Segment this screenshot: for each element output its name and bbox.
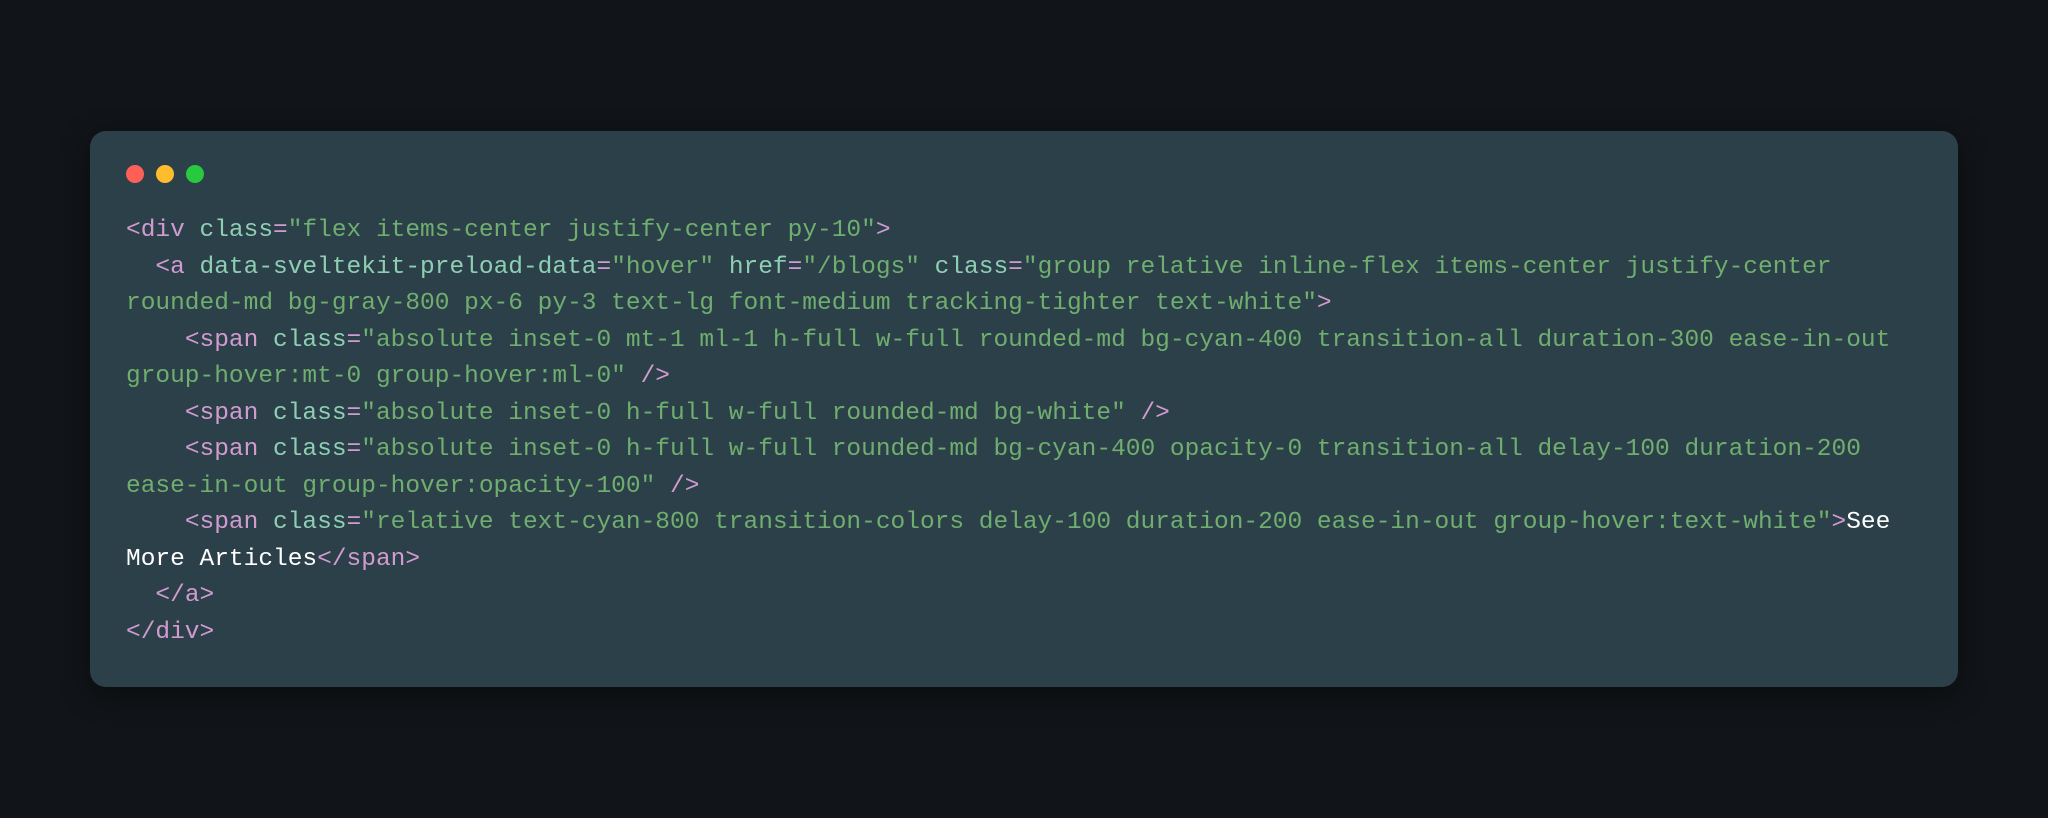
code-token: href [729, 254, 788, 281]
code-block: <div class="flex items-center justify-ce… [126, 213, 1922, 651]
code-token: a [185, 582, 200, 609]
code-token [258, 509, 273, 536]
code-token: = [347, 436, 362, 463]
zoom-icon [186, 165, 204, 183]
code-token: span [200, 509, 259, 536]
code-token: class [273, 436, 347, 463]
code-token: span [347, 546, 406, 573]
code-window: <div class="flex items-center justify-ce… [90, 131, 1958, 687]
code-token: span [200, 436, 259, 463]
code-token: class [273, 400, 347, 427]
code-token [258, 436, 273, 463]
code-token: "relative text-cyan-800 transition-color… [361, 509, 1831, 536]
code-token: div [141, 217, 185, 244]
code-token: </ [126, 619, 155, 646]
code-token: "/blogs" [802, 254, 920, 281]
code-token: > [405, 546, 420, 573]
code-token [258, 327, 273, 354]
code-token: </ [126, 582, 185, 609]
code-token: > [200, 619, 215, 646]
code-token: /> [626, 363, 670, 390]
code-token: > [1317, 290, 1332, 317]
code-token: class [273, 327, 347, 354]
code-token: < [126, 217, 141, 244]
code-token: > [200, 582, 215, 609]
code-token: /> [655, 473, 699, 500]
code-token [258, 400, 273, 427]
code-token: /> [1126, 400, 1170, 427]
code-token [920, 254, 935, 281]
code-token: = [347, 509, 362, 536]
code-token [185, 254, 200, 281]
code-token: class [200, 217, 274, 244]
code-token: < [126, 509, 200, 536]
traffic-lights [126, 165, 1922, 183]
code-token: "flex items-center justify-center py-10" [288, 217, 876, 244]
code-token: span [200, 400, 259, 427]
code-token: = [273, 217, 288, 244]
code-token: </ [317, 546, 346, 573]
code-token: data-sveltekit-preload-data [200, 254, 597, 281]
code-token: a [170, 254, 185, 281]
code-token: "hover" [611, 254, 714, 281]
code-token: > [876, 217, 891, 244]
code-token: "absolute inset-0 h-full w-full rounded-… [361, 400, 1126, 427]
code-token: < [126, 400, 200, 427]
close-icon [126, 165, 144, 183]
code-token: < [126, 254, 170, 281]
code-token: = [347, 400, 362, 427]
code-token: < [126, 436, 200, 463]
code-token: = [1008, 254, 1023, 281]
code-token: > [1832, 509, 1847, 536]
code-token: "absolute inset-0 h-full w-full rounded-… [126, 436, 1876, 500]
code-token: span [200, 327, 259, 354]
code-token [185, 217, 200, 244]
code-token [714, 254, 729, 281]
code-token: class [935, 254, 1009, 281]
code-token: div [155, 619, 199, 646]
code-token: = [788, 254, 803, 281]
code-token: = [596, 254, 611, 281]
code-token: = [347, 327, 362, 354]
code-token: class [273, 509, 347, 536]
code-token: < [126, 327, 200, 354]
code-token: "absolute inset-0 mt-1 ml-1 h-full w-ful… [126, 327, 1905, 391]
minimize-icon [156, 165, 174, 183]
